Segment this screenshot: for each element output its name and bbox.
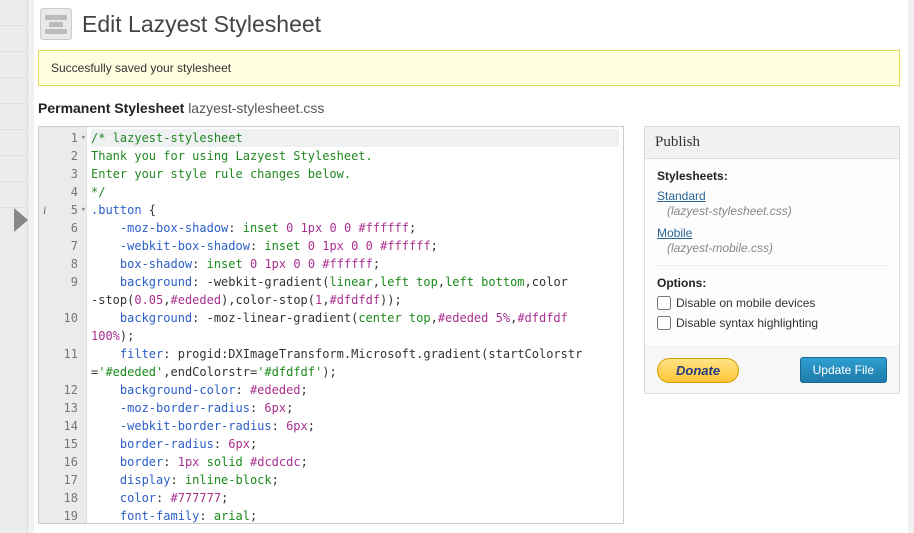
donate-button[interactable]: Donate xyxy=(657,358,739,383)
option-checkbox[interactable] xyxy=(657,316,671,330)
code-line[interactable]: -stop(0.05,#ededed),color-stop(1,#dfdfdf… xyxy=(91,291,619,309)
option-label: Disable on mobile devices xyxy=(676,296,815,310)
line-number: 14 xyxy=(41,417,78,435)
code-line[interactable]: .button { xyxy=(91,201,619,219)
success-notice: Succesfully saved your stylesheet xyxy=(38,50,900,86)
stylesheets-label: Stylesheets: xyxy=(657,169,887,183)
line-number: 2 xyxy=(41,147,78,165)
line-number: 8 xyxy=(41,255,78,273)
code-line[interactable]: box-shadow: inset 0 1px 0 0 #ffffff; xyxy=(91,255,619,273)
code-line[interactable]: filter: progid:DXImageTransform.Microsof… xyxy=(91,345,619,363)
editor-code[interactable]: /* lazyest-stylesheetThank you for using… xyxy=(87,127,623,523)
code-line[interactable]: /* lazyest-stylesheet xyxy=(91,129,619,147)
line-number: 18 xyxy=(41,489,78,507)
code-line[interactable]: ='#ededed',endColorstr='#dfdfdf'); xyxy=(91,363,619,381)
subhead-file: lazyest-stylesheet.css xyxy=(188,100,324,116)
stylesheet-link[interactable]: Mobile xyxy=(657,226,692,240)
line-number: 15 xyxy=(41,435,78,453)
code-line[interactable]: border-radius: 6px; xyxy=(91,435,619,453)
line-number: 12 xyxy=(41,381,78,399)
publish-heading: Publish xyxy=(645,127,899,159)
code-line[interactable]: Enter your style rule changes below. xyxy=(91,165,619,183)
line-number: 6 xyxy=(41,219,78,237)
code-line[interactable]: -webkit-box-shadow: inset 0 1px 0 0 #fff… xyxy=(91,237,619,255)
page-header: Edit Lazyest Stylesheet xyxy=(34,0,908,50)
line-number: 16 xyxy=(41,453,78,471)
line-number: 10 xyxy=(41,309,78,327)
code-line[interactable]: background: -webkit-gradient(linear,left… xyxy=(91,273,619,291)
stylesheet-file: (lazyest-stylesheet.css) xyxy=(667,204,887,218)
subhead: Permanent Stylesheet lazyest-stylesheet.… xyxy=(34,100,908,126)
subhead-label: Permanent Stylesheet xyxy=(38,100,184,116)
code-line[interactable]: background-color: #ededed; xyxy=(91,381,619,399)
menu-arrow-icon xyxy=(14,208,28,232)
code-line[interactable]: display: inline-block; xyxy=(91,471,619,489)
code-line[interactable]: */ xyxy=(91,183,619,201)
option-row[interactable]: Disable syntax highlighting xyxy=(657,316,887,330)
code-line[interactable]: -moz-border-radius: 6px; xyxy=(91,399,619,417)
code-line[interactable]: border: 1px solid #dcdcdc; xyxy=(91,453,619,471)
line-number xyxy=(41,327,78,345)
line-number: 1 xyxy=(41,129,78,147)
option-checkbox[interactable] xyxy=(657,296,671,310)
stylesheet-link[interactable]: Standard xyxy=(657,189,706,203)
line-number: 5 xyxy=(41,201,78,219)
code-editor[interactable]: 12345678910111213141516171819202122 /* l… xyxy=(38,126,624,524)
admin-left-stub xyxy=(0,0,28,533)
line-number xyxy=(41,291,78,309)
code-line[interactable]: Thank you for using Lazyest Stylesheet. xyxy=(91,147,619,165)
code-line[interactable]: -webkit-border-radius: 6px; xyxy=(91,417,619,435)
code-line[interactable]: font-family: arial; xyxy=(91,507,619,523)
stylesheet-file: (lazyest-mobile.css) xyxy=(667,241,887,255)
options-label: Options: xyxy=(657,276,887,290)
line-number: 9 xyxy=(41,273,78,291)
code-line[interactable]: color: #777777; xyxy=(91,489,619,507)
code-line[interactable]: 100%); xyxy=(91,327,619,345)
line-number: 7 xyxy=(41,237,78,255)
update-file-button[interactable]: Update File xyxy=(800,357,887,383)
line-number: 3 xyxy=(41,165,78,183)
line-number: 17 xyxy=(41,471,78,489)
line-number: 11 xyxy=(41,345,78,363)
line-number: 19 xyxy=(41,507,78,524)
stylesheet-icon xyxy=(40,8,72,40)
code-line[interactable]: background: -moz-linear-gradient(center … xyxy=(91,309,619,327)
editor-gutter: 12345678910111213141516171819202122 xyxy=(39,127,87,523)
page-wrap: Edit Lazyest Stylesheet Succesfully save… xyxy=(34,0,908,533)
line-number xyxy=(41,363,78,381)
code-line[interactable]: -moz-box-shadow: inset 0 1px 0 0 #ffffff… xyxy=(91,219,619,237)
option-label: Disable syntax highlighting xyxy=(676,316,818,330)
line-number: 13 xyxy=(41,399,78,417)
divider xyxy=(657,265,887,266)
page-title: Edit Lazyest Stylesheet xyxy=(82,11,321,38)
publish-panel: Publish Stylesheets: Standard(lazyest-st… xyxy=(644,126,900,394)
option-row[interactable]: Disable on mobile devices xyxy=(657,296,887,310)
line-number: 4 xyxy=(41,183,78,201)
